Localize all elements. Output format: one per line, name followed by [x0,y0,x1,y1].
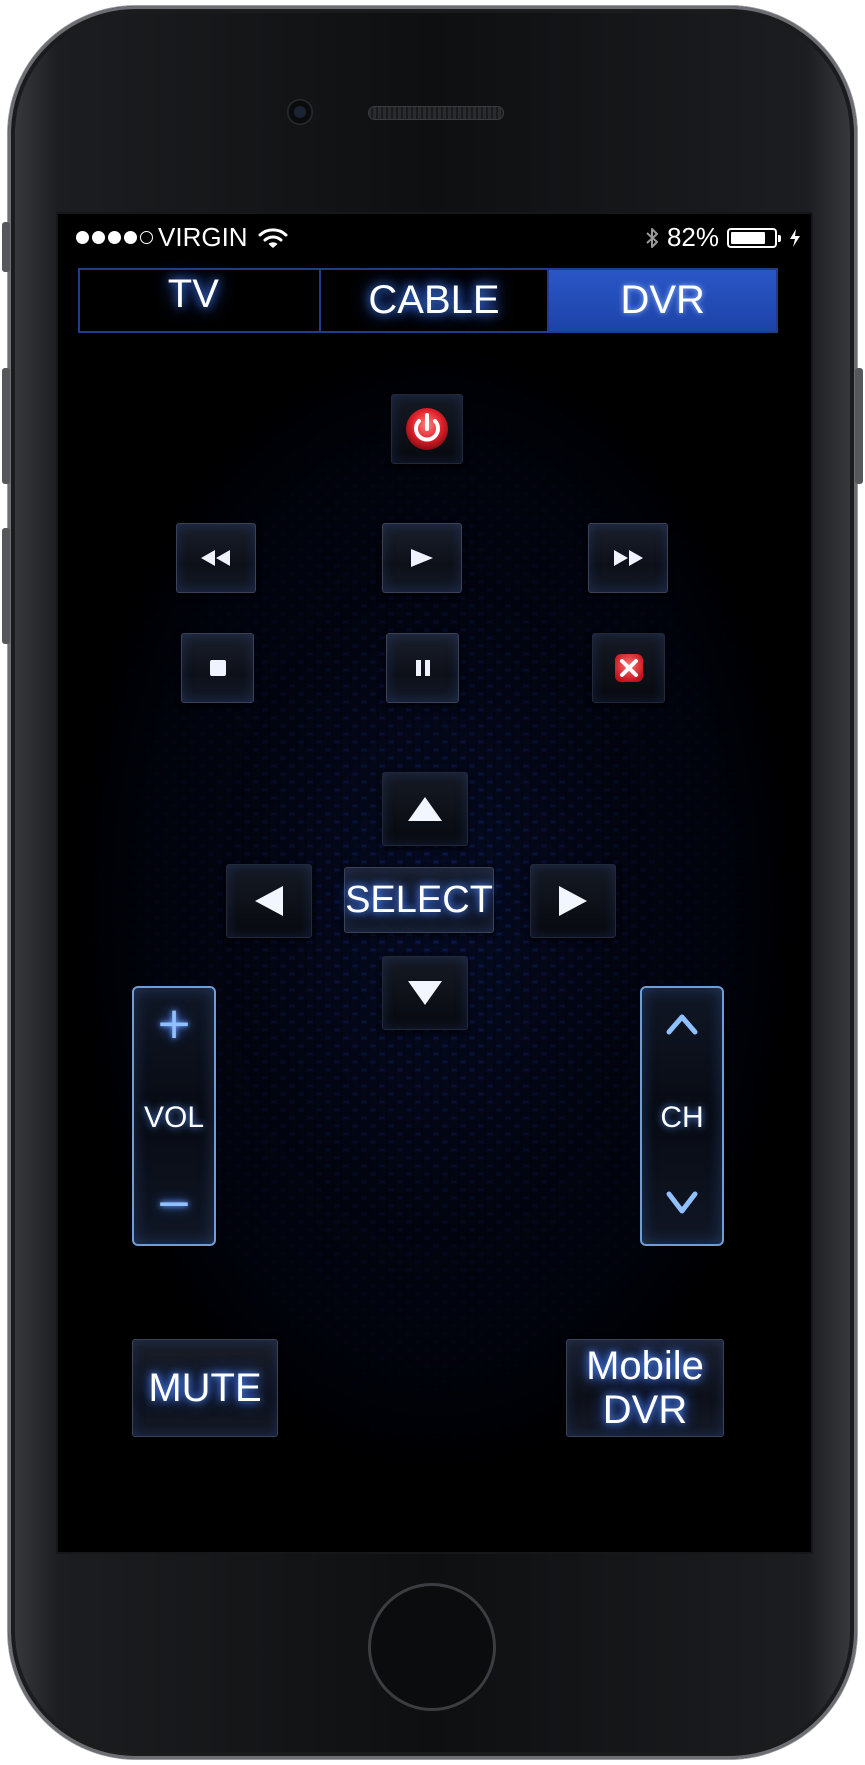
charging-icon [790,228,800,247]
arrow-right-icon [559,886,587,916]
stop-button[interactable] [181,633,254,703]
signal-dot [108,231,121,244]
pause-button[interactable] [386,633,459,703]
volume-down-side-button [2,528,10,644]
power-button[interactable] [391,394,463,464]
mute-label: MUTE [148,1365,262,1410]
signal-dot [92,231,105,244]
signal-strength-icon [76,231,153,244]
status-bar: VIRGIN 82% [58,214,811,258]
carrier-name: VIRGIN [158,222,248,252]
arrow-down-icon [408,981,442,1005]
chevron-down-icon [666,1191,698,1214]
fast-forward-button[interactable] [588,523,668,593]
wifi-icon [258,227,288,248]
tab-cable[interactable]: CABLE [321,270,550,331]
dpad-left-button[interactable] [226,864,312,938]
select-label: SELECT [345,878,493,921]
channel-label: CH [660,1101,704,1134]
app-screen: VIRGIN 82% TV CABLE DVR SELECT + VOL − C… [56,212,813,1554]
play-icon [411,549,433,567]
volume-label: VOL [143,1101,205,1134]
source-tabs: TV CABLE DVR [78,268,778,333]
mobile-dvr-label-line1: Mobile [586,1344,704,1388]
volume-up-side-button [2,368,10,484]
front-camera [287,99,313,125]
mobile-dvr-button[interactable]: Mobile DVR [566,1339,724,1437]
volume-down-button[interactable]: − [134,1164,214,1244]
volume-rocker: + VOL − [132,986,216,1246]
play-button[interactable] [382,523,462,593]
channel-up-button[interactable] [642,988,722,1060]
channel-down-button[interactable] [642,1164,722,1244]
stop-icon [209,660,226,676]
plus-icon: + [155,998,193,1049]
close-icon [614,654,643,682]
signal-dot [124,231,137,244]
minus-icon: − [155,1178,193,1229]
status-left: VIRGIN [76,222,288,253]
tab-dvr[interactable]: DVR [549,270,777,331]
bluetooth-icon [646,227,658,248]
power-icon [406,408,448,450]
home-button[interactable] [368,1583,496,1711]
signal-dot [76,231,89,244]
arrow-up-icon [408,797,442,821]
dpad-up-button[interactable] [382,772,468,846]
fast-forward-icon [614,550,643,566]
volume-up-button[interactable]: + [134,988,214,1060]
silent-switch [2,222,10,272]
mute-button[interactable]: MUTE [132,1339,278,1437]
mobile-dvr-label-line2: DVR [602,1388,688,1432]
dpad-down-button[interactable] [382,956,468,1030]
signal-dot [140,231,153,244]
rewind-icon [201,550,230,566]
sleep-wake-button [855,368,863,484]
arrow-left-icon [255,886,283,916]
rewind-button[interactable] [176,523,256,593]
pause-icon [415,660,430,676]
channel-rocker: CH [640,986,724,1246]
select-button[interactable]: SELECT [344,867,494,933]
status-right: 82% [645,222,801,253]
battery-icon [727,227,781,248]
dpad-right-button[interactable] [530,864,616,938]
chevron-up-icon [666,1014,698,1035]
cancel-button[interactable] [592,633,665,703]
battery-percent: 82% [666,222,719,252]
earpiece-speaker [368,106,504,120]
tab-tv[interactable]: TV [80,270,321,331]
